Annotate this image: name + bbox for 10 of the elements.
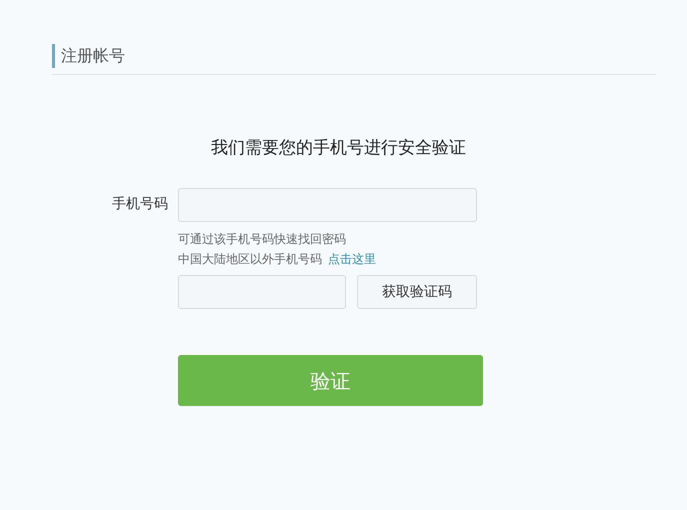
field-label: 手机号码 xyxy=(112,195,168,214)
verify-button[interactable]: 验证 xyxy=(178,355,483,406)
section-title: 注册帐号 xyxy=(52,44,125,68)
click-here-link[interactable]: 点击这里 xyxy=(328,249,376,269)
code-input-field[interactable] xyxy=(178,275,346,309)
hint-text: 可通过该手机号码快速找回密码 xyxy=(178,231,347,248)
heading: 我们需要您的手机号进行安全验证 xyxy=(211,137,466,160)
get-code-button[interactable]: 获取验证码 xyxy=(357,275,477,309)
hint-text: 中国大陆地区以外手机号码 xyxy=(178,251,322,268)
phone-input-field[interactable] xyxy=(178,188,477,222)
